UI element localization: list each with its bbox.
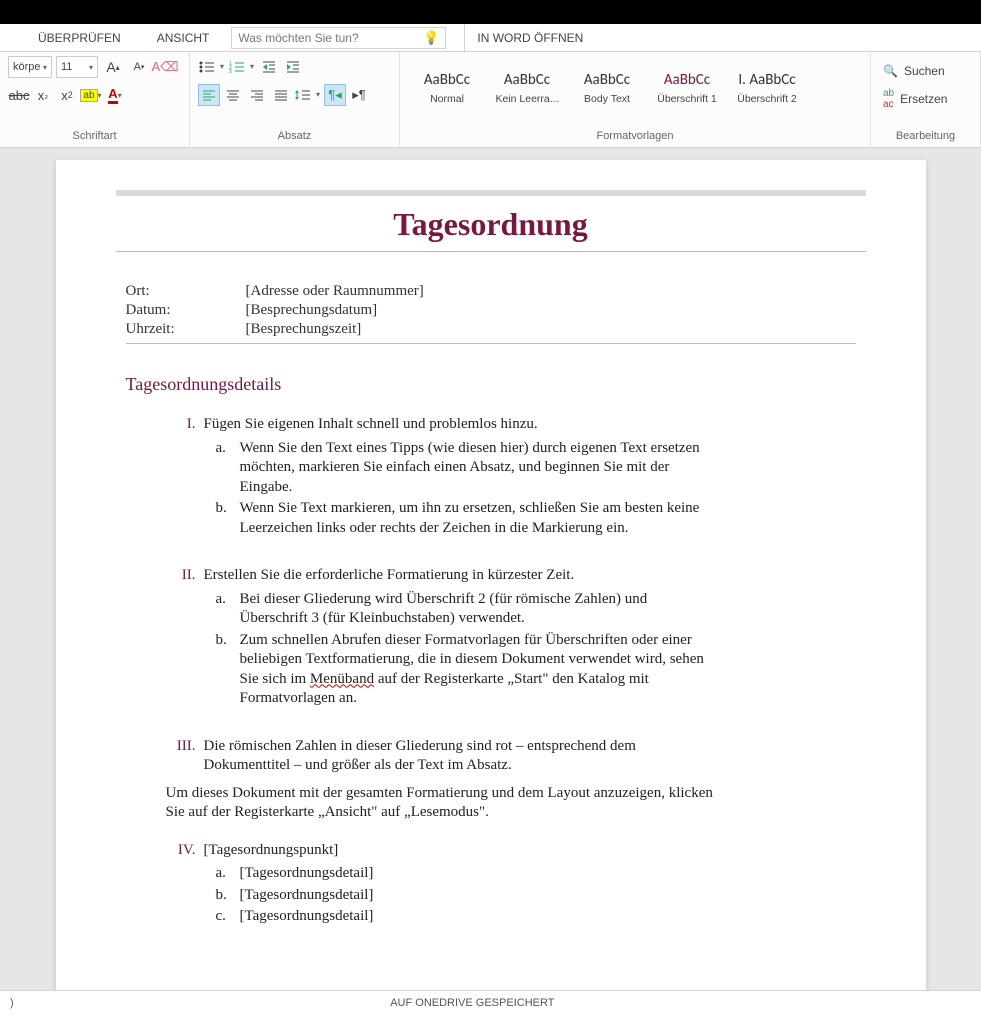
lightbulb-icon: 💡 xyxy=(423,30,439,46)
align-left-button[interactable] xyxy=(198,84,220,106)
find-button[interactable]: 🔍 Suchen xyxy=(879,62,972,80)
bullets-button[interactable]: ▾ xyxy=(198,56,226,78)
paragraph-group: ▾ 123 ▾ xyxy=(190,52,400,147)
item-text: Bei dieser Gliederung wird Überschrift 2… xyxy=(240,590,710,629)
roman-numeral: I. xyxy=(166,415,196,435)
sub-letter: a. xyxy=(216,590,234,629)
shrink-font-button[interactable]: A▾ xyxy=(128,56,150,78)
meeting-meta-table[interactable]: Ort:[Adresse oder Raumnummer] Datum:[Bes… xyxy=(126,282,856,344)
replace-icon: abac xyxy=(883,88,894,110)
style-heading1[interactable]: AaBbCcÜberschrift 1 xyxy=(648,59,726,117)
align-right-button[interactable] xyxy=(246,84,268,106)
clear-formatting-button[interactable]: A⌫ xyxy=(154,56,176,78)
chevron-down-icon: ▾ xyxy=(43,63,47,72)
section-heading[interactable]: Tagesordnungsdetails xyxy=(126,374,856,395)
document-workspace[interactable]: Tagesordnung Ort:[Adresse oder Raumnumme… xyxy=(0,148,981,990)
paragraph-group-label: Absatz xyxy=(198,130,391,145)
sub-letter: b. xyxy=(216,499,234,538)
decrease-indent-button[interactable] xyxy=(258,56,280,78)
font-color-button[interactable]: A▾ xyxy=(104,84,126,106)
roman-numeral: II. xyxy=(166,566,196,586)
editing-group-label: Bearbeitung xyxy=(879,130,972,145)
item-text: Fügen Sie eigenen Inhalt schnell und pro… xyxy=(204,415,714,435)
font-group-label: Schriftart xyxy=(8,130,181,145)
status-save-state: AUF ONEDRIVE GESPEICHERT xyxy=(14,997,931,1009)
replace-button[interactable]: abac Ersetzen xyxy=(879,86,972,112)
subscript-button[interactable]: x₂ xyxy=(32,84,54,106)
justify-button[interactable] xyxy=(270,84,292,106)
style-body-text[interactable]: AaBbCcBody Text xyxy=(568,59,646,117)
page-top-border xyxy=(116,190,866,196)
roman-numeral: IV. xyxy=(166,841,196,861)
outline[interactable]: I. Fügen Sie eigenen Inhalt schnell und p… xyxy=(126,415,856,927)
sub-letter: a. xyxy=(216,439,234,498)
find-label: Suchen xyxy=(904,64,945,78)
ltr-button[interactable]: ▸¶ xyxy=(348,84,370,106)
spelling-error: Menüband xyxy=(310,671,374,687)
item-text: Zum schnellen Abrufen dieser Formatvorla… xyxy=(240,631,710,709)
font-name-value: körpe xyxy=(13,61,41,73)
status-bar: ) AUF ONEDRIVE GESPEICHERT xyxy=(0,990,981,1014)
body-paragraph: Um dieses Dokument mit der gesamten Form… xyxy=(166,784,721,823)
style-no-spacing[interactable]: AaBbCcKein Leerra... xyxy=(488,59,566,117)
style-normal[interactable]: AaBbCcNormal xyxy=(408,59,486,117)
item-text: Die römischen Zahlen in dieser Gliederun… xyxy=(204,737,714,776)
meta-ort-value: [Adresse oder Raumnummer] xyxy=(246,283,424,300)
grow-font-button[interactable]: A▴ xyxy=(102,56,124,78)
item-text: [Tagesordnungsdetail] xyxy=(240,864,710,884)
svg-text:3: 3 xyxy=(229,69,232,74)
item-text: Wenn Sie Text markieren, um ihn zu erset… xyxy=(240,499,710,538)
replace-label: Ersetzen xyxy=(900,92,947,106)
tab-review[interactable]: ÜBERPRÜFEN xyxy=(20,24,139,52)
page: Tagesordnung Ort:[Adresse oder Raumnumme… xyxy=(56,160,926,990)
ribbon-tabs: ÜBERPRÜFEN ANSICHT Was möchten Sie tun? … xyxy=(0,24,981,52)
titlebar xyxy=(0,0,981,24)
item-text: [Tagesordnungspunkt] xyxy=(204,841,714,861)
chevron-down-icon: ▾ xyxy=(89,63,93,72)
increase-indent-button[interactable] xyxy=(282,56,304,78)
ribbon: körpe▾ 11▾ A▴ A▾ A⌫ abc x₂ x2 ab▾ A▾ Sch… xyxy=(0,52,981,148)
meta-uhrzeit-value: [Besprechungszeit] xyxy=(246,321,362,338)
meta-uhrzeit-label: Uhrzeit: xyxy=(126,321,246,338)
font-name-selector[interactable]: körpe▾ xyxy=(8,56,52,78)
meta-datum-label: Datum: xyxy=(126,302,246,319)
font-group: körpe▾ 11▾ A▴ A▾ A⌫ abc x₂ x2 ab▾ A▾ Sch… xyxy=(0,52,190,147)
tab-view[interactable]: ANSICHT xyxy=(139,24,228,52)
align-center-button[interactable] xyxy=(222,84,244,106)
font-size-value: 11 xyxy=(61,61,72,73)
sub-letter: c. xyxy=(216,907,234,927)
superscript-button[interactable]: x2 xyxy=(56,84,78,106)
highlight-button[interactable]: ab▾ xyxy=(80,84,102,106)
meta-ort-label: Ort: xyxy=(126,283,246,300)
rtl-button[interactable]: ¶◂ xyxy=(324,84,346,106)
editing-group: 🔍 Suchen abac Ersetzen Bearbeitung xyxy=(871,52,981,147)
sub-letter: b. xyxy=(216,886,234,906)
sub-letter: b. xyxy=(216,631,234,709)
strikethrough-button[interactable]: abc xyxy=(8,84,30,106)
document-title[interactable]: Tagesordnung xyxy=(116,206,866,252)
binoculars-icon: 🔍 xyxy=(883,64,898,78)
open-in-word-button[interactable]: IN WORD ÖFFNEN xyxy=(464,24,595,52)
item-text: [Tagesordnungsdetail] xyxy=(240,886,710,906)
line-spacing-button[interactable]: ▾ xyxy=(294,84,322,106)
styles-group-label: Formatvorlagen xyxy=(408,130,862,145)
tell-me-placeholder: Was möchten Sie tun? xyxy=(238,31,358,45)
item-text: Wenn Sie den Text eines Tipps (wie diese… xyxy=(240,439,710,498)
item-text: Erstellen Sie die erforderliche Formatie… xyxy=(204,566,714,586)
font-size-selector[interactable]: 11 ▾ xyxy=(56,56,98,78)
numbering-button[interactable]: 123 ▾ xyxy=(228,56,256,78)
style-heading2[interactable]: I. AaBbCcÜberschrift 2 xyxy=(728,59,806,117)
roman-numeral: III. xyxy=(166,737,196,776)
item-text: [Tagesordnungsdetail] xyxy=(240,907,710,927)
sub-letter: a. xyxy=(216,864,234,884)
tell-me-search[interactable]: Was möchten Sie tun? 💡 xyxy=(231,27,446,49)
styles-group: AaBbCcNormal AaBbCcKein Leerra... AaBbCc… xyxy=(400,52,871,147)
meta-datum-value: [Besprechungsdatum] xyxy=(246,302,378,319)
